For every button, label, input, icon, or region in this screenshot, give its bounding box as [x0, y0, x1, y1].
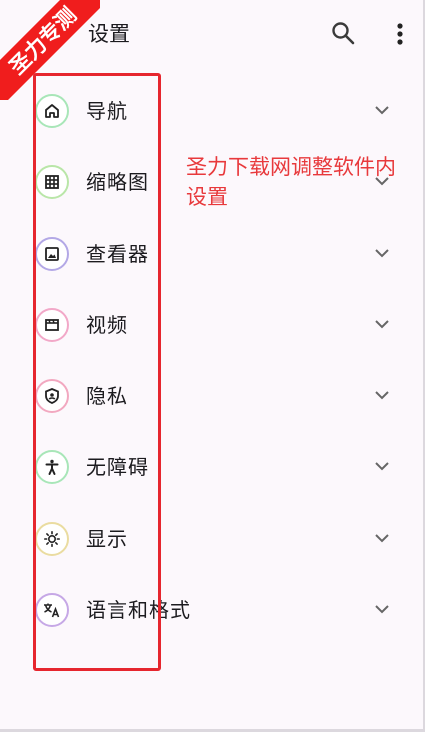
search-icon [332, 22, 355, 45]
search-button[interactable] [329, 19, 357, 47]
chevron-down-icon[interactable] [373, 603, 391, 615]
chevron-down-icon[interactable] [373, 104, 391, 116]
chevron-down-icon[interactable] [373, 389, 391, 401]
highlight-box [33, 73, 161, 671]
more-vertical-icon [397, 23, 403, 45]
chevron-down-icon[interactable] [373, 318, 391, 330]
chevron-down-icon[interactable] [373, 532, 391, 544]
chevron-down-icon[interactable] [373, 247, 391, 259]
more-options-button[interactable] [388, 19, 412, 49]
chevron-down-icon[interactable] [373, 460, 391, 472]
annotation-text: 圣力下载网调整软件内设置 [186, 155, 396, 209]
